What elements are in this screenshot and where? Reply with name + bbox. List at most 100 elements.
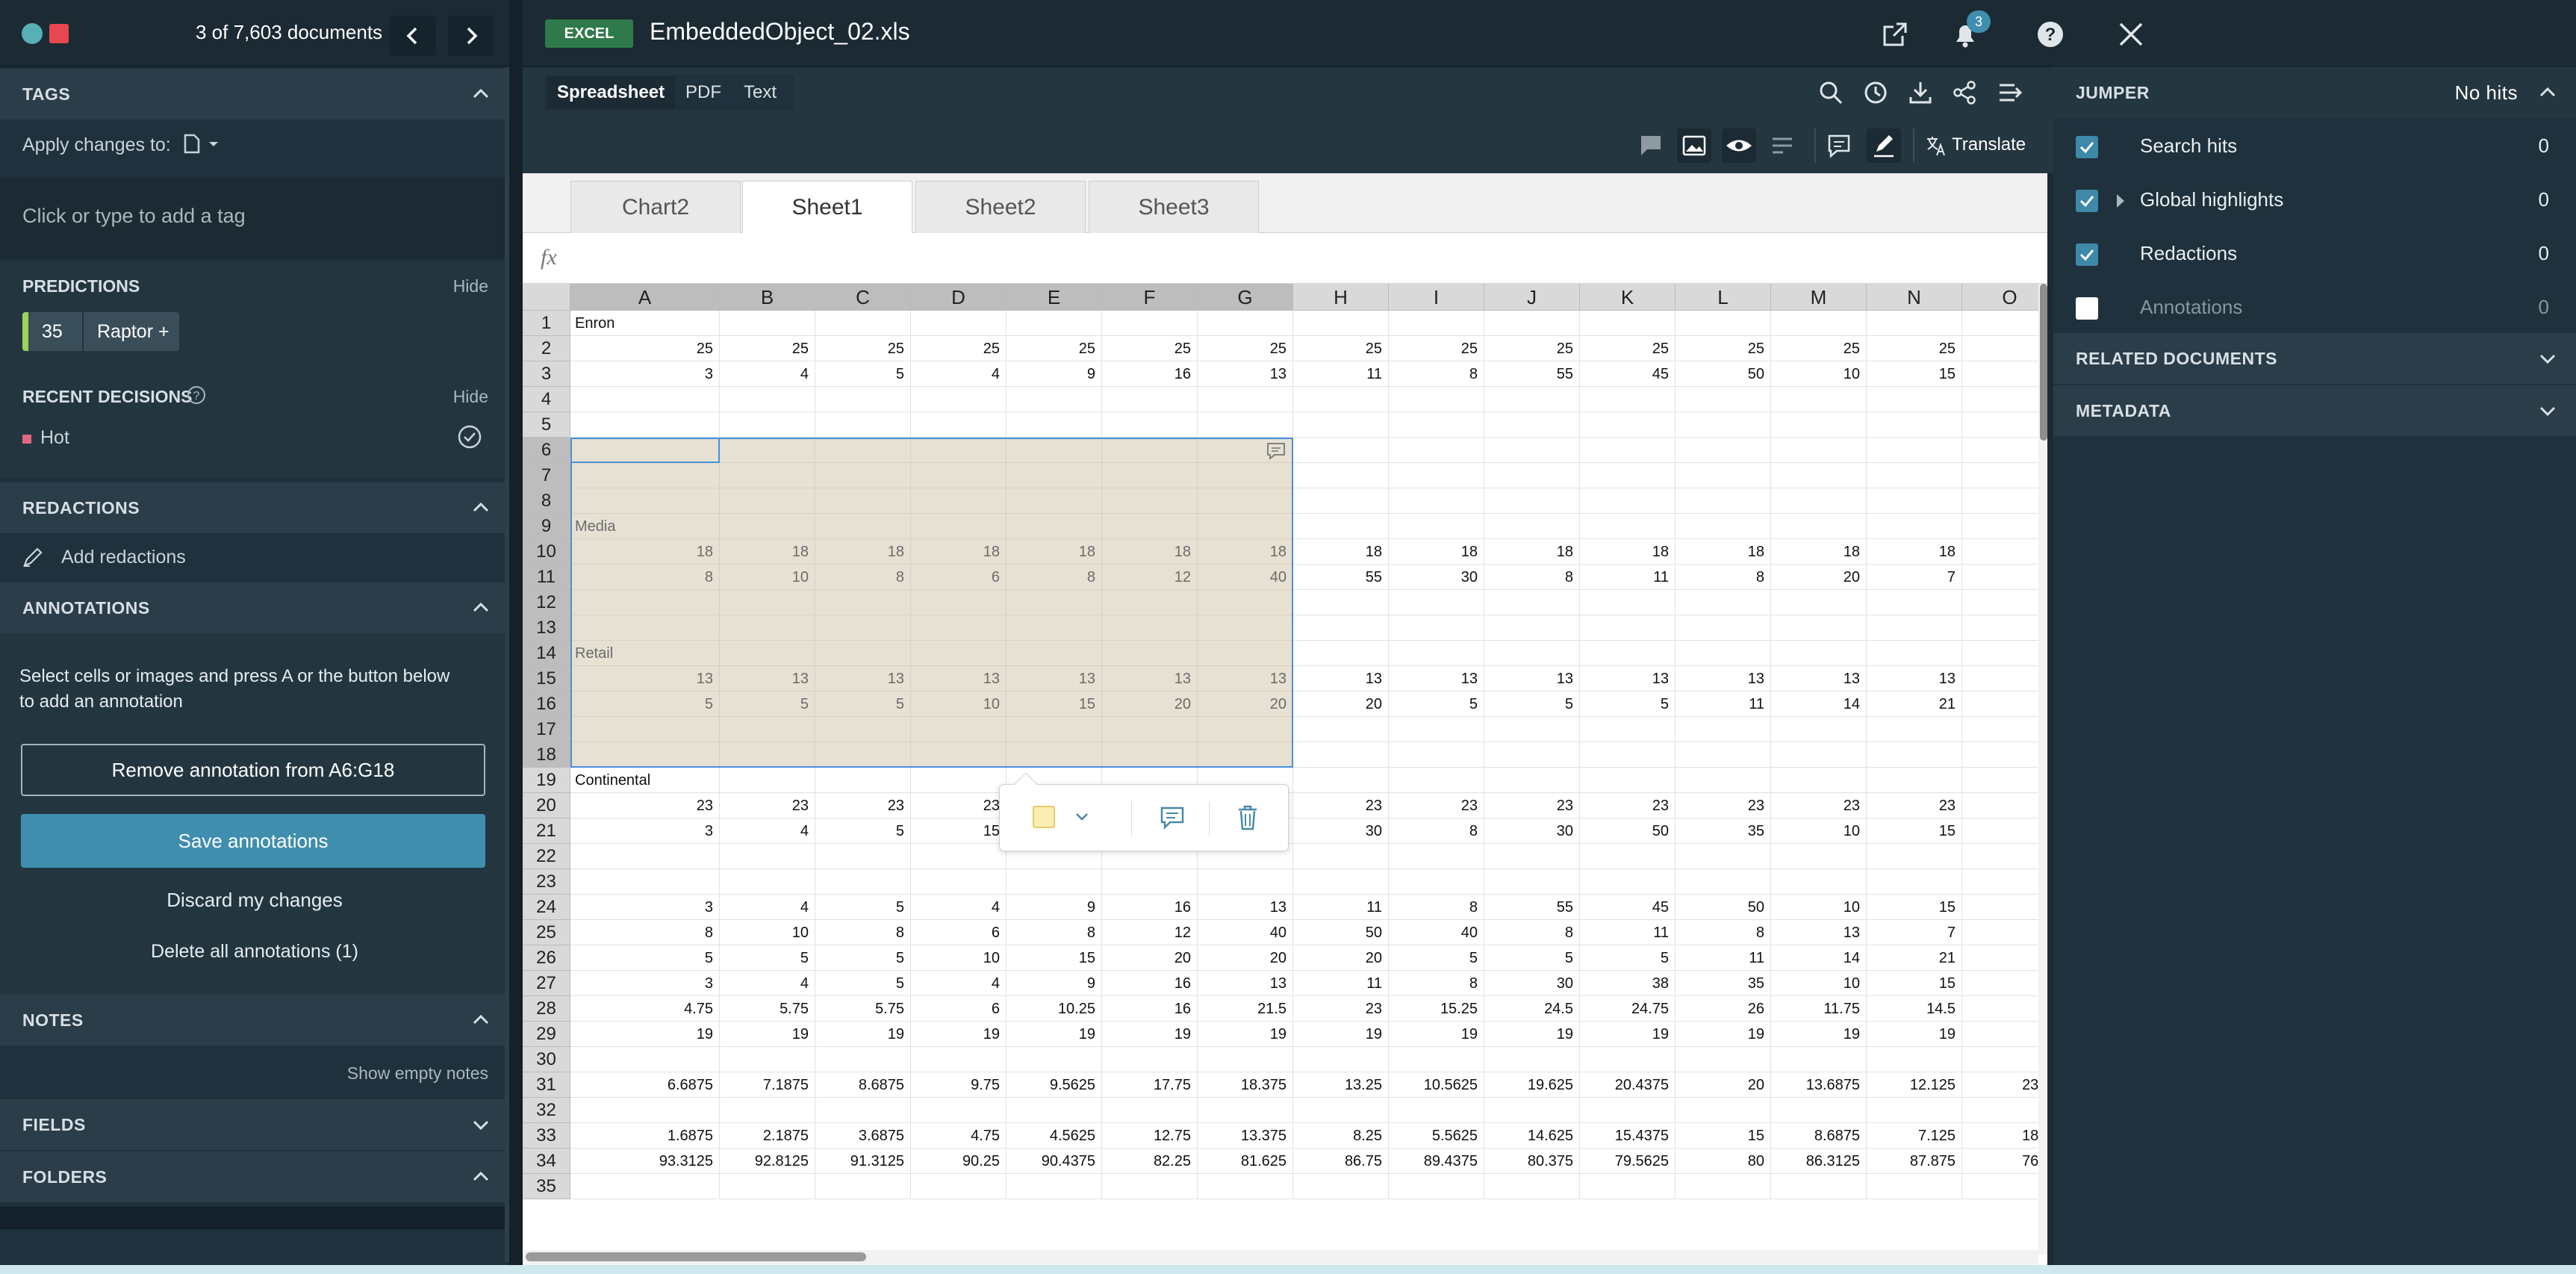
cell-f1[interactable]	[1102, 311, 1198, 336]
tag-input[interactable]: Click or type to add a tag	[0, 178, 509, 258]
show-empty-notes-link[interactable]: Show empty notes	[347, 1063, 488, 1084]
cell-g25[interactable]: 40	[1198, 920, 1293, 945]
cell-f2[interactable]: 25	[1102, 336, 1198, 361]
cell-m35[interactable]	[1771, 1174, 1867, 1199]
cell-k1[interactable]	[1580, 311, 1676, 336]
column-header-b[interactable]: B	[720, 284, 815, 311]
open-external-button[interactable]	[1880, 19, 1910, 53]
cell-d16[interactable]: 10	[911, 692, 1007, 717]
strikethrough-icon[interactable]	[1770, 133, 1795, 162]
cell-k16[interactable]: 5	[1580, 692, 1676, 717]
metadata-section-header[interactable]: METADATA	[2053, 385, 2576, 436]
horizontal-scrollbar-thumb[interactable]	[526, 1252, 866, 1261]
cell-h25[interactable]: 50	[1293, 920, 1389, 945]
cell-k2[interactable]: 25	[1580, 336, 1676, 361]
cell-h24[interactable]: 11	[1293, 895, 1389, 920]
cell-c8[interactable]	[815, 488, 911, 514]
cell-i31[interactable]: 10.5625	[1389, 1072, 1484, 1098]
cell-c21[interactable]: 5	[815, 818, 911, 844]
row-header-2[interactable]: 2	[523, 336, 570, 361]
cell-o11[interactable]	[1962, 565, 2047, 590]
cell-i23[interactable]	[1389, 869, 1484, 895]
cell-j20[interactable]: 23	[1484, 793, 1580, 818]
cell-j3[interactable]: 55	[1484, 361, 1580, 387]
cell-o29[interactable]	[1962, 1022, 2047, 1047]
cell-f27[interactable]: 16	[1102, 971, 1198, 996]
cell-e27[interactable]: 9	[1007, 971, 1102, 996]
cell-j33[interactable]: 14.625	[1484, 1123, 1580, 1149]
cell-j7[interactable]	[1484, 463, 1580, 488]
cell-o2[interactable]	[1962, 336, 2047, 361]
folders-section-header[interactable]: FOLDERS	[0, 1152, 509, 1202]
cell-k30[interactable]	[1580, 1047, 1676, 1072]
cell-m32[interactable]	[1771, 1098, 1867, 1123]
cell-c27[interactable]: 5	[815, 971, 911, 996]
cell-b14[interactable]	[720, 641, 815, 666]
cell-o22[interactable]	[1962, 844, 2047, 869]
cell-l24[interactable]: 50	[1676, 895, 1771, 920]
column-header-l[interactable]: L	[1676, 284, 1771, 311]
column-header-e[interactable]: E	[1007, 284, 1102, 311]
cell-n18[interactable]	[1867, 742, 1962, 768]
cell-m6[interactable]	[1771, 438, 1867, 463]
cell-k22[interactable]	[1580, 844, 1676, 869]
cell-l27[interactable]: 35	[1676, 971, 1771, 996]
cell-o24[interactable]	[1962, 895, 2047, 920]
cell-f28[interactable]: 16	[1102, 996, 1198, 1022]
row-header-4[interactable]: 4	[523, 387, 570, 412]
cell-e14[interactable]	[1007, 641, 1102, 666]
cell-d26[interactable]: 10	[911, 945, 1007, 971]
cell-k32[interactable]	[1580, 1098, 1676, 1123]
column-header-g[interactable]: G	[1198, 284, 1293, 311]
cell-i27[interactable]: 8	[1389, 971, 1484, 996]
cell-a15[interactable]: 13	[570, 666, 720, 692]
cell-o5[interactable]	[1962, 412, 2047, 438]
cell-n31[interactable]: 12.125	[1867, 1072, 1962, 1098]
cell-e9[interactable]	[1007, 514, 1102, 539]
cell-e30[interactable]	[1007, 1047, 1102, 1072]
cell-l20[interactable]: 23	[1676, 793, 1771, 818]
cell-j1[interactable]	[1484, 311, 1580, 336]
cell-f12[interactable]	[1102, 590, 1198, 615]
cell-d14[interactable]	[911, 641, 1007, 666]
cell-a22[interactable]	[570, 844, 720, 869]
cell-a34[interactable]: 93.3125	[570, 1149, 720, 1174]
cell-e3[interactable]: 9	[1007, 361, 1102, 387]
cell-g5[interactable]	[1198, 412, 1293, 438]
cell-g16[interactable]: 20	[1198, 692, 1293, 717]
sheet-tab-sheet1[interactable]: Sheet1	[742, 181, 912, 234]
cell-l26[interactable]: 11	[1676, 945, 1771, 971]
cell-j4[interactable]	[1484, 387, 1580, 412]
cell-a12[interactable]	[570, 590, 720, 615]
cell-m7[interactable]	[1771, 463, 1867, 488]
cell-j24[interactable]: 55	[1484, 895, 1580, 920]
cell-e24[interactable]: 9	[1007, 895, 1102, 920]
cell-i10[interactable]: 18	[1389, 539, 1484, 565]
cell-b31[interactable]: 7.1875	[720, 1072, 815, 1098]
cell-n8[interactable]	[1867, 488, 1962, 514]
cell-m1[interactable]	[1771, 311, 1867, 336]
cell-l2[interactable]: 25	[1676, 336, 1771, 361]
cell-d28[interactable]: 6	[911, 996, 1007, 1022]
cell-j2[interactable]: 25	[1484, 336, 1580, 361]
download-icon[interactable]	[1907, 79, 1934, 110]
cell-d19[interactable]	[911, 768, 1007, 793]
cell-i21[interactable]: 8	[1389, 818, 1484, 844]
cell-i28[interactable]: 15.25	[1389, 996, 1484, 1022]
cell-n22[interactable]	[1867, 844, 1962, 869]
cell-i13[interactable]	[1389, 615, 1484, 641]
cell-a25[interactable]: 8	[570, 920, 720, 945]
cell-a14[interactable]: Retail	[570, 641, 720, 666]
cell-n33[interactable]: 7.125	[1867, 1123, 1962, 1149]
cell-h30[interactable]	[1293, 1047, 1389, 1072]
cell-a24[interactable]: 3	[570, 895, 720, 920]
column-header-d[interactable]: D	[911, 284, 1007, 311]
cell-i4[interactable]	[1389, 387, 1484, 412]
cell-j32[interactable]	[1484, 1098, 1580, 1123]
column-header-o[interactable]: O	[1962, 284, 2047, 311]
cell-i2[interactable]: 25	[1389, 336, 1484, 361]
cell-n29[interactable]: 19	[1867, 1022, 1962, 1047]
cell-a27[interactable]: 3	[570, 971, 720, 996]
cell-j17[interactable]	[1484, 717, 1580, 742]
cell-c25[interactable]: 8	[815, 920, 911, 945]
